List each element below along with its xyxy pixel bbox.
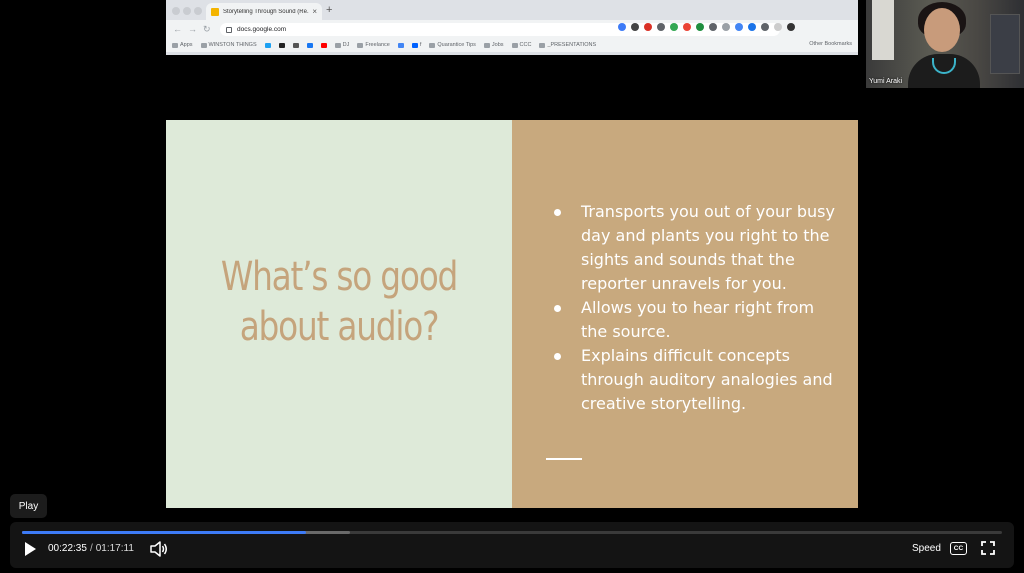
bookmark-item[interactable]: Jobs — [483, 42, 504, 48]
play-tooltip: Play — [10, 494, 47, 518]
reload-icon[interactable]: ↻ — [203, 23, 211, 35]
bullet-item: Explains difficult concepts through audi… — [554, 344, 839, 416]
browser-window: Storytelling Through Sound (Re... × + ← … — [166, 0, 858, 55]
current-time: 00:22:35 — [48, 543, 87, 554]
bullet-item: Allows you to hear right from the source… — [554, 296, 839, 344]
dropbox-icon — [411, 42, 418, 48]
decorative-divider — [546, 458, 582, 460]
bookmark-item[interactable] — [306, 42, 313, 48]
extension-icon[interactable] — [683, 23, 691, 31]
time-separator: / — [89, 543, 93, 554]
bullet-dot-icon — [554, 209, 561, 216]
profile-icon[interactable] — [787, 23, 795, 31]
puzzle-icon[interactable] — [761, 23, 769, 31]
extension-icon[interactable] — [696, 23, 704, 31]
folder-icon — [429, 42, 436, 48]
bookmark-item[interactable] — [292, 42, 299, 48]
close-window-icon[interactable] — [172, 7, 180, 15]
bullet-list: Transports you out of your busy day and … — [554, 200, 839, 416]
minimize-window-icon[interactable] — [183, 7, 191, 15]
back-icon[interactable]: ← — [173, 23, 182, 35]
extension-icons — [618, 23, 795, 31]
bookmark-item[interactable]: CCC — [511, 42, 531, 48]
forward-icon[interactable]: → — [188, 23, 197, 35]
volume-icon[interactable] — [150, 541, 168, 557]
extension-icon[interactable] — [644, 23, 652, 31]
facebook-icon — [306, 42, 313, 48]
tab-strip: Storytelling Through Sound (Re... × + — [166, 0, 858, 20]
lock-icon — [226, 26, 232, 33]
participant-name: Yumi Araki — [869, 78, 903, 85]
apps-grid-icon — [172, 42, 178, 48]
extension-icon[interactable] — [774, 23, 782, 31]
time-display: 00:22:35/01:17:11 — [48, 543, 134, 554]
bookmark-item[interactable]: Apps — [172, 42, 193, 48]
maximize-window-icon[interactable] — [194, 7, 202, 15]
bookmark-item[interactable]: Quarantice Tips — [429, 42, 476, 48]
bookmark-item[interactable]: f — [411, 42, 421, 48]
extension-icon[interactable] — [722, 23, 730, 31]
bookmark-item[interactable] — [397, 42, 404, 48]
play-icon[interactable] — [22, 541, 38, 557]
duration: 01:17:11 — [95, 543, 134, 554]
bookmark-item[interactable] — [264, 42, 271, 48]
slides-favicon-icon — [211, 7, 219, 16]
browser-tab[interactable]: Storytelling Through Sound (Re... × — [206, 3, 322, 20]
extension-icon[interactable] — [670, 23, 678, 31]
folder-icon — [539, 42, 546, 48]
extension-icon[interactable] — [748, 23, 756, 31]
bookmark-item[interactable]: Freelance — [357, 42, 390, 48]
url-text: docs.google.com — [237, 26, 287, 33]
bullet-dot-icon — [554, 353, 561, 360]
bookmark-item[interactable]: WINSTON THINGS — [200, 42, 257, 48]
folder-icon — [483, 42, 490, 48]
new-tab-icon[interactable]: + — [326, 4, 332, 16]
folder-icon — [511, 42, 518, 48]
bullet-dot-icon — [554, 305, 561, 312]
background-window — [872, 0, 894, 60]
player-controls: 00:22:35/01:17:11 Speed CC — [10, 522, 1014, 568]
tab-close-icon[interactable]: × — [312, 7, 317, 16]
bookmark-item[interactable]: DJ — [334, 42, 349, 48]
captions-button[interactable]: CC — [950, 542, 967, 555]
bookmark-icon — [278, 42, 285, 48]
tab-title: Storytelling Through Sound (Re... — [223, 8, 310, 15]
extension-icon[interactable] — [631, 23, 639, 31]
fullscreen-icon[interactable] — [981, 541, 995, 555]
slide-title: What’s so good about audio? — [220, 254, 458, 350]
extension-icon[interactable] — [735, 23, 743, 31]
bookmark-item[interactable]: _PRESENTATIONS — [539, 42, 596, 48]
webcam-feed: Yumi Araki — [866, 0, 1024, 88]
progress-bar[interactable] — [22, 531, 1002, 534]
slide-left-panel: What’s so good about audio? — [166, 120, 512, 508]
extension-icon[interactable] — [709, 23, 717, 31]
bullet-item: Transports you out of your busy day and … — [554, 200, 839, 296]
folder-icon — [200, 42, 207, 48]
bookmark-icon — [292, 42, 299, 48]
bookmarks-bar: Apps WINSTON THINGS DJ Freelance f Quara… — [166, 38, 858, 52]
other-bookmarks[interactable]: Other Bookmarks — [809, 41, 852, 47]
progress-fill — [22, 531, 307, 534]
docs-icon — [397, 42, 404, 48]
folder-icon — [357, 42, 364, 48]
speed-button[interactable]: Speed — [912, 543, 941, 554]
background-shelf — [990, 14, 1020, 74]
presentation-slide: What’s so good about audio? Transports y… — [166, 120, 858, 508]
extension-icon[interactable] — [657, 23, 665, 31]
youtube-icon — [320, 42, 327, 48]
bookmark-item[interactable] — [278, 42, 285, 48]
folder-icon — [334, 42, 341, 48]
star-icon[interactable] — [618, 23, 626, 31]
bookmark-item[interactable] — [320, 42, 327, 48]
twitter-icon — [264, 42, 271, 48]
speaker-face — [924, 8, 960, 52]
